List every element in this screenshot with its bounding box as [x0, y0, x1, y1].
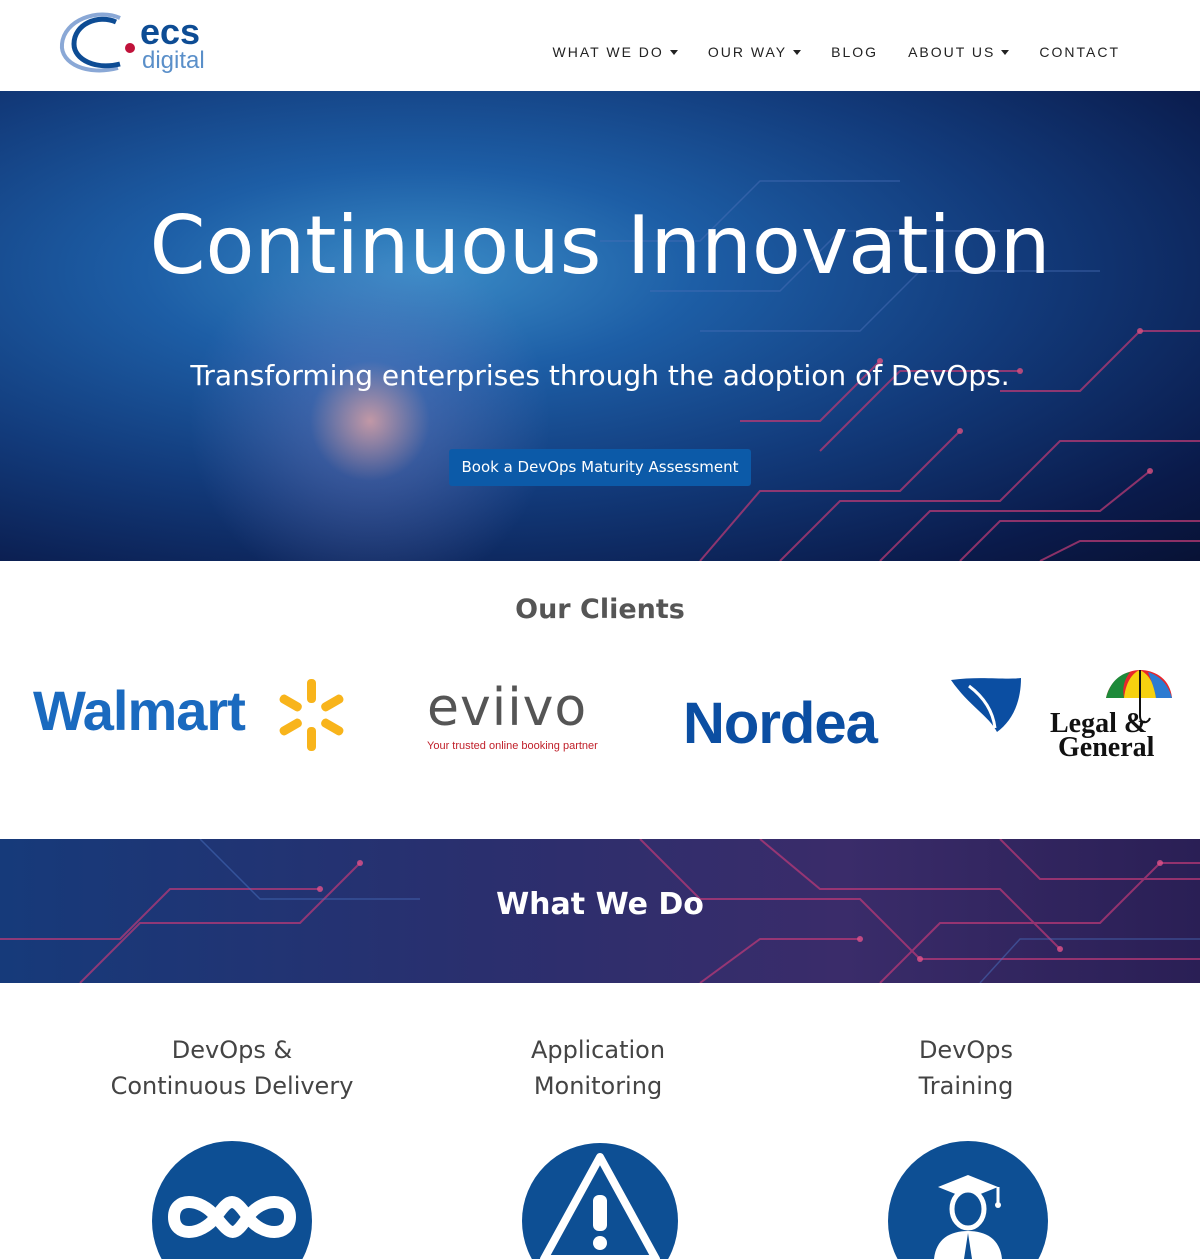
infinity-icon[interactable] — [152, 1141, 312, 1259]
walmart-spark-icon — [279, 679, 344, 751]
service-title-app-monitoring[interactable]: Application Monitoring — [448, 1032, 748, 1104]
service-title-line2: Monitoring — [533, 1072, 663, 1100]
logo-word-digital: digital — [142, 47, 205, 74]
site-header: ecs digital WHAT WE DO OUR WAY BLOG ABOU… — [0, 0, 1200, 91]
eviivo-logo-text: eviivo — [427, 678, 588, 738]
service-title-line1: Application — [530, 1036, 666, 1064]
walmart-logo: Walmart — [33, 675, 353, 755]
service-title-line1: DevOps — [918, 1036, 1014, 1064]
what-we-do-banner: What We Do — [0, 839, 1200, 983]
caret-down-icon — [793, 49, 802, 55]
hero-title: Continuous Innovation — [149, 199, 1051, 292]
nav-contact[interactable]: CONTACT — [1039, 44, 1120, 60]
clients-heading: Our Clients — [515, 594, 685, 625]
graduate-icon[interactable] — [888, 1141, 1048, 1259]
ecs-digital-logo[interactable]: ecs digital — [58, 12, 218, 78]
service-title-devops-training[interactable]: DevOps Training — [816, 1032, 1116, 1104]
nav-our-way-label: OUR WAY — [707, 44, 788, 60]
nav-blog[interactable]: BLOG — [831, 44, 878, 60]
service-title-line2: Training — [918, 1072, 1014, 1100]
hero-banner: Continuous Innovation Transforming enter… — [0, 91, 1200, 561]
nav-about-us-label: ABOUT US — [908, 44, 996, 60]
nav-contact-label: CONTACT — [1039, 44, 1120, 60]
service-title-devops-cd[interactable]: DevOps & Continuous Delivery — [82, 1032, 382, 1104]
walmart-logo-text: Walmart — [33, 679, 246, 742]
eviivo-logo: eviivo Your trusted online booking partn… — [427, 680, 607, 760]
hero-subtitle: Transforming enterprises through the ado… — [190, 359, 1010, 392]
main-nav: WHAT WE DO OUR WAY BLOG ABOUT US CONTACT — [523, 44, 1120, 60]
what-we-do-heading: What We Do — [496, 887, 704, 922]
nordea-logo-text: Nordea — [683, 691, 878, 756]
nav-blog-label: BLOG — [831, 44, 879, 60]
logo-swirl-icon — [59, 12, 135, 73]
legal-and-general-logo: Legal & General — [1048, 668, 1200, 764]
nav-what-we-do[interactable]: WHAT WE DO — [553, 44, 678, 60]
service-title-line2: Continuous Delivery — [110, 1072, 354, 1100]
service-title-line1: DevOps & — [171, 1036, 293, 1064]
nordea-logo: Nordea — [683, 676, 1023, 756]
nav-about-us[interactable]: ABOUT US — [908, 44, 1010, 60]
nav-what-we-do-label: WHAT WE DO — [552, 44, 664, 60]
caret-down-icon — [1001, 49, 1010, 55]
nav-our-way[interactable]: OUR WAY — [707, 44, 802, 60]
logo-word-ecs: ecs — [140, 11, 201, 52]
warning-icon[interactable] — [522, 1143, 678, 1259]
nordea-sail-icon — [951, 678, 1021, 732]
legal-and-general-line2: General — [1058, 732, 1155, 763]
circuit-background-graphic — [600, 180, 1200, 561]
book-assessment-button[interactable]: Book a DevOps Maturity Assessment — [449, 449, 751, 486]
caret-down-icon — [669, 49, 678, 55]
eviivo-tagline: Your trusted online booking partner — [427, 740, 598, 752]
